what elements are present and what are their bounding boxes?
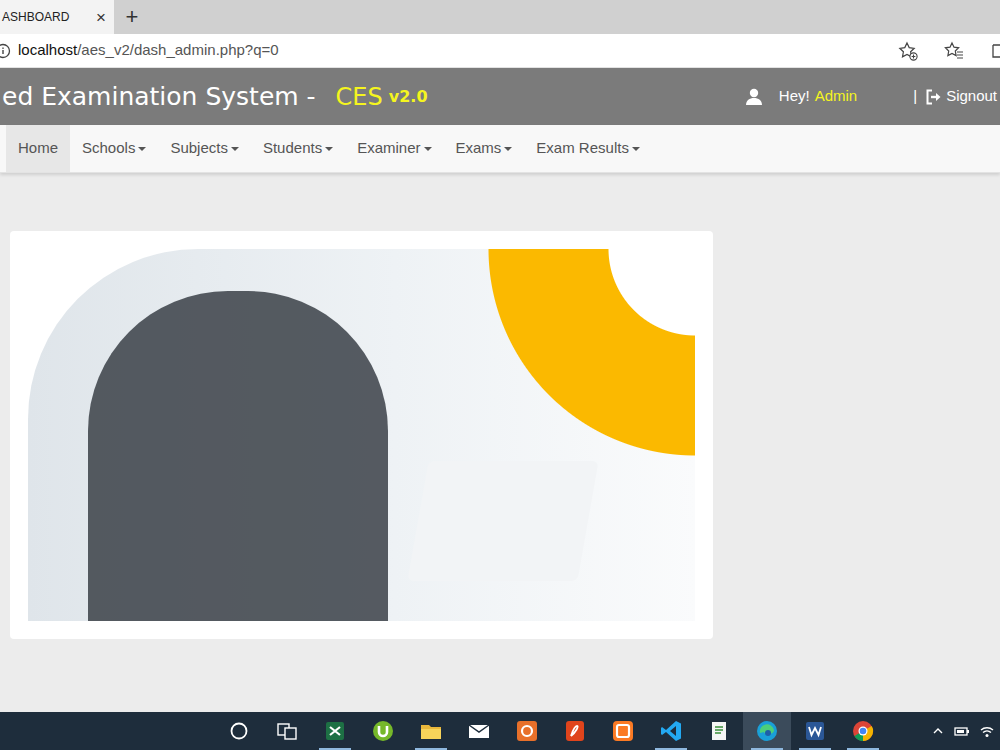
welcome-card (10, 231, 713, 639)
caret-icon[interactable] (325, 147, 333, 151)
dropdown-toggle[interactable]: Students (263, 137, 333, 160)
version: v2.0 (389, 85, 428, 109)
taskbar-app[interactable] (839, 712, 887, 750)
pdf-icon[interactable] (563, 719, 587, 743)
show-hidden-icons-icon[interactable] (932, 725, 944, 737)
menu-label[interactable]: Exam Results (536, 139, 629, 156)
word-icon[interactable] (803, 719, 827, 743)
tab-close-button[interactable]: × (96, 9, 106, 26)
menu-label[interactable]: Schools (82, 139, 135, 156)
taskbar-app[interactable] (407, 712, 455, 750)
utorrent-icon[interactable] (371, 719, 395, 743)
tab-strip: ASHBOARD × + (0, 0, 1000, 34)
main-menu: Home Schools Subjects Students Examiner Exams… (0, 125, 1000, 173)
banner-photo (28, 249, 695, 621)
task-view-icon[interactable] (275, 719, 299, 743)
running-indicator (847, 748, 879, 750)
taskbar-app[interactable] (455, 712, 503, 750)
caret-icon[interactable] (424, 147, 432, 151)
menu-item[interactable]: Subjects (158, 125, 251, 172)
caret-icon[interactable] (138, 147, 146, 151)
taskbar-app[interactable] (359, 712, 407, 750)
dropdown-toggle[interactable]: Exam Results (536, 137, 640, 160)
menu-item[interactable]: Students (251, 125, 345, 172)
collections-icon[interactable] (990, 41, 1000, 61)
caret-icon[interactable] (632, 147, 640, 151)
menu-item[interactable]: Exams (444, 125, 525, 172)
caret-icon[interactable] (231, 147, 239, 151)
taskbar (0, 712, 1000, 750)
running-indicator (751, 748, 783, 750)
taskbar-app[interactable] (743, 712, 791, 750)
content-area (0, 173, 1000, 712)
menu-item[interactable]: Exam Results (524, 125, 652, 172)
taskbar-app[interactable] (215, 712, 263, 750)
brand: CES (336, 79, 383, 115)
running-indicator (799, 748, 831, 750)
app-title: ed Examination System - (2, 78, 316, 116)
user-icon (745, 88, 763, 106)
search-icon[interactable] (227, 719, 251, 743)
menu-item[interactable]: Schools (70, 125, 158, 172)
taskbar-app[interactable] (695, 712, 743, 750)
menu-label[interactable]: Home (18, 139, 58, 156)
menu-link[interactable]: Home (18, 137, 58, 160)
xampp-icon[interactable] (611, 719, 635, 743)
menu-label[interactable]: Exams (456, 139, 502, 156)
folder-icon[interactable] (419, 719, 443, 743)
mail-icon[interactable] (467, 719, 491, 743)
dropdown-toggle[interactable]: Examiner (357, 137, 431, 160)
app-icon[interactable] (515, 719, 539, 743)
battery-icon[interactable] (954, 724, 970, 738)
dropdown-toggle[interactable]: Exams (456, 137, 513, 160)
running-indicator (415, 748, 447, 750)
new-tab-button[interactable]: + (114, 0, 150, 34)
menu-label[interactable]: Students (263, 139, 322, 156)
menu-item[interactable]: Examiner (345, 125, 443, 172)
taskbar-app[interactable] (599, 712, 647, 750)
taskbar-app[interactable] (263, 712, 311, 750)
dropdown-toggle[interactable]: Subjects (170, 137, 239, 160)
dropdown-toggle[interactable]: Schools (82, 137, 146, 160)
menu-label[interactable]: Subjects (170, 139, 228, 156)
user-name: Admin (815, 85, 858, 108)
separator: | (913, 85, 917, 108)
taskbar-app[interactable] (503, 712, 551, 750)
address-bar[interactable]: localhost/aes_v2/dash_admin.php?q=0 (0, 34, 1000, 68)
taskbar-app[interactable] (311, 712, 359, 750)
running-indicator (319, 748, 351, 750)
menu-item[interactable]: Home (6, 125, 70, 172)
url[interactable]: localhost/aes_v2/dash_admin.php?q=0 (18, 39, 279, 62)
edge-icon[interactable] (755, 719, 779, 743)
tab-title[interactable]: ASHBOARD (2, 8, 69, 26)
greeting: Hey! (779, 85, 810, 108)
signout-icon[interactable] (925, 89, 942, 105)
taskbar-app[interactable] (791, 712, 839, 750)
taskbar-app[interactable] (551, 712, 599, 750)
menu-label[interactable]: Examiner (357, 139, 420, 156)
notepad-icon[interactable] (707, 719, 731, 743)
taskbar-app[interactable] (647, 712, 695, 750)
add-favorite-icon[interactable] (898, 41, 918, 61)
running-indicator (655, 748, 687, 750)
network-icon[interactable] (980, 724, 994, 738)
favorites-icon[interactable] (944, 41, 964, 61)
info-icon[interactable] (0, 43, 14, 59)
caret-icon[interactable] (504, 147, 512, 151)
signout-link[interactable]: Signout (946, 85, 997, 108)
excel-icon[interactable] (323, 719, 347, 743)
vscode-icon[interactable] (659, 719, 683, 743)
app-header: ed Examination System - CES v2.0 Hey! Ad… (0, 68, 1000, 125)
chrome-icon[interactable] (851, 719, 875, 743)
browser-tab[interactable]: ASHBOARD × (0, 0, 114, 34)
